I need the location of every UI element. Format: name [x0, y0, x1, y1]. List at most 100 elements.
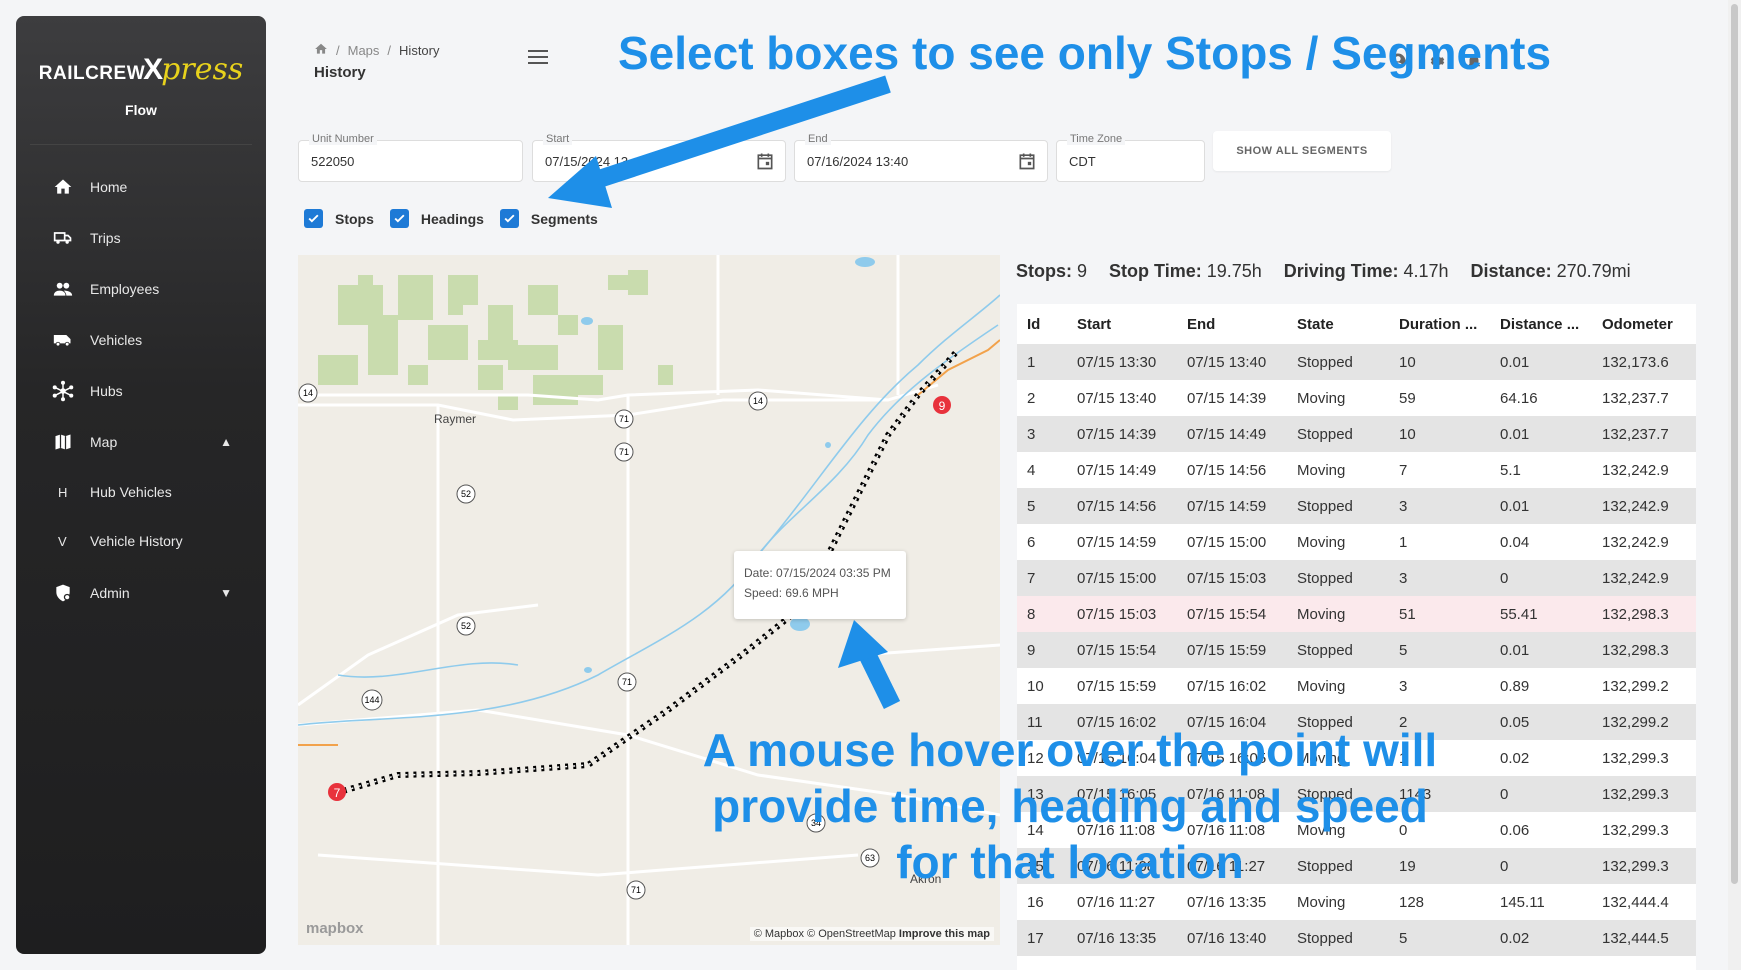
trip-stats: Stops: 9 Stop Time: 19.75h Driving Time:… — [1016, 261, 1631, 282]
page-scrollbar[interactable] — [1728, 0, 1741, 970]
show-all-segments-button[interactable]: SHOW ALL SEGMENTS — [1213, 131, 1391, 171]
table-cell: 07/15 14:39 — [1067, 416, 1177, 452]
table-row[interactable]: 17 07/16 13:35 07/16 13:40 Stopped 5 0.02 132,… — [1017, 920, 1696, 956]
column-header-end[interactable]: End — [1177, 304, 1287, 344]
start-date-field[interactable]: Start 07/15/2024 13 — [532, 133, 786, 182]
scrollbar-thumb[interactable] — [1731, 4, 1738, 884]
column-header-state[interactable]: State — [1287, 304, 1389, 344]
improve-map-link[interactable]: Improve this map — [899, 928, 990, 940]
table-cell: 07/15 14:56 — [1067, 488, 1177, 524]
stop-marker-9[interactable]: 9 — [933, 396, 951, 414]
route-shield: 71 — [626, 880, 646, 900]
table-header-row: Id Start End State Duration ... Distance… — [1017, 304, 1696, 344]
column-header-duration[interactable]: Duration ... — [1389, 304, 1490, 344]
table-cell: 5 — [1389, 632, 1490, 668]
chevron-down-icon[interactable]: ▼ — [220, 586, 232, 600]
chevron-up-icon[interactable]: ▲ — [220, 435, 232, 449]
map-vegetation — [318, 270, 673, 410]
sidebar-item-letter: H — [58, 484, 68, 500]
table-cell: 132,298.3 — [1592, 596, 1696, 632]
table-cell: 0 — [1490, 560, 1592, 596]
column-header-odometer[interactable]: Odometer — [1592, 304, 1696, 344]
sidebar-item-employees[interactable]: Employees — [16, 269, 266, 309]
sidebar-item-label: Hubs — [90, 383, 123, 399]
sidebar-item-vehicles[interactable]: Vehicles — [16, 320, 266, 360]
calendar-icon[interactable] — [1017, 151, 1037, 176]
table-row[interactable]: 5 07/15 14:56 07/15 14:59 Stopped 3 0.01 132,2… — [1017, 488, 1696, 524]
table-row[interactable]: 3 07/15 14:39 07/15 14:49 Stopped 10 0.01 132,… — [1017, 416, 1696, 452]
unit-number-value: 522050 — [311, 154, 355, 169]
unit-number-label: Unit Number — [309, 133, 377, 145]
home-icon[interactable] — [314, 42, 328, 59]
menu-icon[interactable] — [528, 50, 548, 68]
end-date-field[interactable]: End 07/16/2024 13:40 — [794, 133, 1048, 182]
sidebar-item-label: Vehicle History — [90, 533, 183, 549]
table-row[interactable]: 6 07/15 14:59 07/15 15:00 Moving 1 0.04 132,24… — [1017, 524, 1696, 560]
stat-distance: Distance: 270.79mi — [1470, 261, 1631, 281]
stop-marker-7[interactable]: 7 — [328, 783, 346, 801]
table-cell: 07/16 13:40 — [1177, 920, 1287, 956]
table-cell: Moving — [1287, 380, 1389, 416]
stops-checkbox[interactable] — [304, 209, 323, 228]
svg-text:52: 52 — [461, 621, 471, 631]
breadcrumb-maps[interactable]: Maps — [348, 43, 380, 58]
table-cell: Moving — [1287, 668, 1389, 704]
headings-checkbox[interactable] — [389, 209, 409, 228]
column-header-distance[interactable]: Distance ... — [1490, 304, 1592, 344]
table-cell: 132,299.2 — [1592, 704, 1696, 740]
end-date-label: End — [805, 133, 831, 145]
table-cell: 07/15 16:02 — [1177, 668, 1287, 704]
table-cell: Stopped — [1287, 488, 1389, 524]
sidebar-item-trips[interactable]: Trips — [16, 218, 266, 258]
map-icon — [52, 431, 74, 453]
table-row[interactable]: 8 07/15 15:03 07/15 15:54 Moving 51 55.41 132,… — [1017, 596, 1696, 632]
table-cell: 07/15 15:59 — [1177, 632, 1287, 668]
table-row[interactable]: 10 07/15 15:59 07/15 16:02 Moving 3 0.89 132,2… — [1017, 668, 1696, 704]
sidebar-item-label: Vehicles — [90, 332, 143, 348]
segments-checkbox-label[interactable]: Segments — [531, 211, 598, 227]
table-cell: 132,299.3 — [1592, 740, 1696, 776]
sidebar-item-admin[interactable]: Admin ▼ — [16, 573, 266, 613]
sidebar-item-map[interactable]: Map ▲ — [16, 422, 266, 462]
table-cell: 3 — [1389, 488, 1490, 524]
time-zone-field[interactable]: Time Zone CDT — [1056, 133, 1205, 182]
column-header-start[interactable]: Start — [1067, 304, 1177, 344]
mapbox-logo[interactable]: mapbox — [306, 920, 364, 937]
table-cell: 6 — [1017, 524, 1067, 560]
unit-number-field[interactable]: Unit Number 522050 — [298, 133, 523, 182]
sidebar-item-hubs[interactable]: Hubs — [16, 371, 266, 411]
calendar-icon[interactable] — [755, 151, 775, 176]
table-cell: 55.41 — [1490, 596, 1592, 632]
table-cell: 07/15 15:59 — [1067, 668, 1177, 704]
svg-text:71: 71 — [619, 414, 629, 424]
sidebar-item-hub-vehicles[interactable]: H Hub Vehicles — [16, 472, 266, 512]
table-cell: 07/15 15:54 — [1177, 596, 1287, 632]
table-row[interactable]: 1 07/15 13:30 07/15 13:40 Stopped 10 0.01 132,… — [1017, 344, 1696, 380]
sidebar-item-home[interactable]: Home — [16, 167, 266, 207]
breadcrumb-history: History — [399, 43, 440, 58]
table-cell: 0.05 — [1490, 704, 1592, 740]
sidebar-item-vehicle-history[interactable]: V Vehicle History — [16, 521, 266, 561]
table-row[interactable]: 7 07/15 15:00 07/15 15:03 Stopped 3 0 132,242.… — [1017, 560, 1696, 596]
table-cell: Moving — [1287, 452, 1389, 488]
table-cell: 3 — [1389, 668, 1490, 704]
segments-checkbox[interactable] — [499, 209, 519, 228]
table-cell: Moving — [1287, 524, 1389, 560]
table-cell: Stopped — [1287, 344, 1389, 380]
attribution-text[interactable]: © Mapbox © OpenStreetMap — [754, 928, 896, 940]
map-attribution: © Mapbox © OpenStreetMap Improve this ma… — [749, 927, 994, 941]
logo: RAILCREWXpress — [16, 52, 266, 87]
table-cell: 5 — [1017, 488, 1067, 524]
route-shield: 52 — [456, 616, 476, 636]
table-row[interactable]: 4 07/15 14:49 07/15 14:56 Moving 7 5.1 132,242… — [1017, 452, 1696, 488]
headings-checkbox-label[interactable]: Headings — [421, 211, 484, 227]
table-row[interactable]: 9 07/15 15:54 07/15 15:59 Stopped 5 0.01 132,2… — [1017, 632, 1696, 668]
route-shield: 14 — [298, 383, 318, 403]
table-cell: 3 — [1017, 416, 1067, 452]
table-cell: 07/15 14:59 — [1067, 524, 1177, 560]
stops-checkbox-label[interactable]: Stops — [335, 211, 374, 227]
annotation-bottom: A mouse hover over the point will provid… — [702, 724, 1438, 888]
svg-text:9: 9 — [939, 399, 946, 413]
column-header-id[interactable]: Id — [1017, 304, 1067, 344]
table-row[interactable]: 2 07/15 13:40 07/15 14:39 Moving 59 64.16 132,… — [1017, 380, 1696, 416]
